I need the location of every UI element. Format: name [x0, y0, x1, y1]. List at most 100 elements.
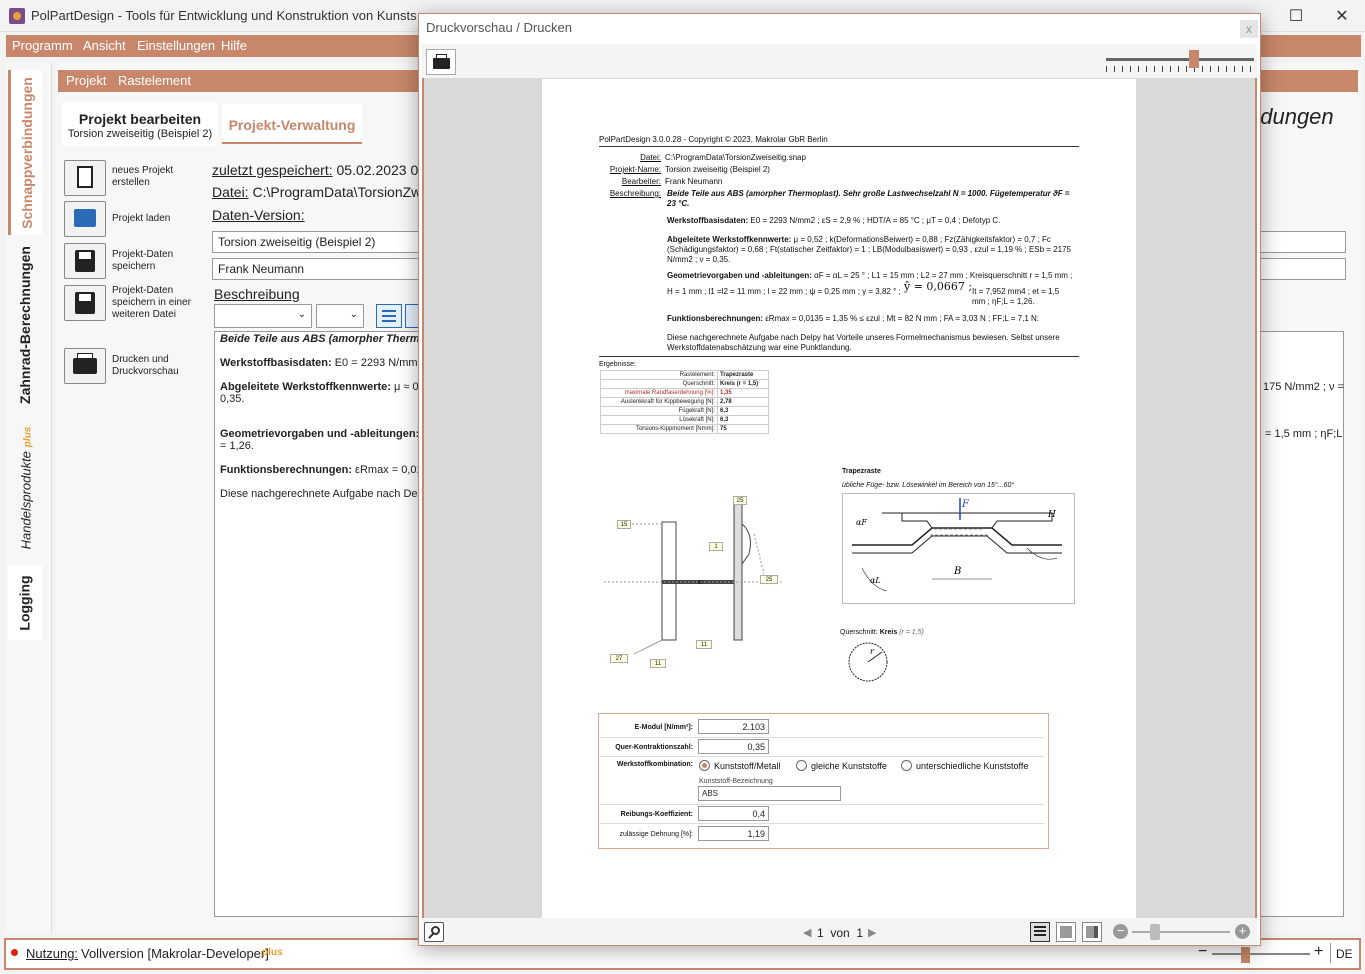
paper-geometrie: Geometrievorgaben und -ableitungen: αF =… — [667, 271, 1073, 280]
two-page-view-icon[interactable] — [1056, 922, 1076, 942]
divider — [600, 804, 1045, 805]
font-select[interactable]: ⌄ — [214, 304, 312, 328]
project-name-input-right[interactable] — [1258, 231, 1346, 253]
svg-text:H: H — [1047, 510, 1056, 520]
menu-ansicht[interactable]: Ansicht — [83, 38, 126, 53]
menu-hilfe[interactable]: Hilfe — [221, 38, 247, 53]
tab-edit-subtitle: Torsion zweiseitig (Beispiel 2) — [67, 128, 213, 140]
printer-icon — [73, 353, 97, 374]
new-project-button[interactable] — [64, 160, 106, 196]
radio-gleiche[interactable] — [796, 760, 807, 771]
print-button[interactable] — [64, 348, 106, 384]
preview-zoom-bar-thumb[interactable] — [1150, 924, 1160, 940]
zoom-in-icon[interactable]: + — [1314, 943, 1323, 961]
desc-line-4-right: = 1,5 mm ; ηF;L — [1265, 428, 1343, 440]
qk-input[interactable]: 0,35 — [698, 739, 769, 754]
description-label: Beschreibung — [214, 286, 300, 302]
divider — [600, 823, 1045, 824]
printer-icon — [433, 54, 450, 69]
emod-label: E-Modul [N/mm²]: — [634, 724, 693, 731]
file-info: Datei: C:\ProgramData\TorsionZw — [212, 184, 422, 200]
preview-zoom-thumb[interactable] — [1189, 50, 1199, 68]
paper-datei: C:\ProgramData\TorsionZweiseitig.snap — [665, 153, 806, 162]
paper-note: Diese nachgerechnete Aufgabe nach Delpy … — [667, 333, 1060, 352]
tab-projekt-verwaltung[interactable]: Projekt-Verwaltung — [222, 104, 362, 144]
close-button[interactable]: ✕ — [1319, 0, 1365, 32]
desc-line-4b: = 1,26. — [220, 440, 254, 452]
tab-logging[interactable]: Logging — [8, 565, 42, 640]
zoom-slider[interactable] — [1212, 953, 1310, 955]
results-title: Ergebnisse: — [599, 361, 636, 368]
preview-zoom-slider[interactable] — [1106, 58, 1254, 61]
rk-input[interactable]: 0,4 — [698, 806, 769, 821]
load-project-label: Projekt laden — [112, 213, 171, 224]
load-project-button[interactable] — [64, 201, 106, 237]
svg-text:αF: αF — [856, 518, 867, 527]
zoom-in-icon[interactable]: + — [1235, 924, 1250, 939]
single-page-view-icon[interactable] — [1030, 922, 1050, 942]
dim-label: 25 — [760, 575, 778, 584]
table-row: Rastelement: Trapezraste — [600, 370, 770, 380]
zoom-slider-thumb[interactable] — [1241, 947, 1250, 963]
preview-toolbar — [422, 44, 1257, 78]
document-icon — [77, 166, 93, 188]
dim-label: 27 — [610, 654, 628, 663]
saved-info: zuletzt gespeichert: 05.02.2023 07 — [212, 162, 427, 178]
next-page-icon[interactable]: ▶ — [868, 926, 876, 939]
table-row: Torsions-Kippmoment [Nmm]: 75 — [600, 424, 770, 434]
divider — [599, 356, 1079, 357]
kb-input[interactable]: ABS — [698, 786, 841, 801]
table-row: maximale Randfaserdehnung [%]: 1,35 — [600, 388, 770, 398]
zoom-out-icon[interactable]: − — [1113, 924, 1128, 939]
paper-geometrie-2: H = 1 mm ; l1 =l2 = 11 mm ; l = 22 mm ; … — [667, 287, 901, 296]
paper-werkstoff: Werkstoffbasisdaten: E0 = 2293 N/mm2 ; ε… — [667, 216, 1001, 225]
preview-zoom-bar[interactable] — [1132, 931, 1230, 933]
tab-zahnrad[interactable]: Zahnrad-Berechnungen — [8, 240, 42, 410]
numbered-list-icon-button[interactable] — [405, 304, 419, 328]
save-as-button[interactable] — [64, 285, 106, 321]
svg-text:r: r — [870, 647, 875, 656]
maximize-button[interactable]: ☐ — [1273, 0, 1319, 32]
project-name-input[interactable]: Torsion zweiseitig (Beispiel 2) — [212, 231, 422, 253]
page-indicator: 1 von 1 — [817, 926, 864, 940]
paper-funktion: Funktionsberechnungen: εRmax = 0,0135 = … — [667, 314, 1040, 323]
zd-input[interactable]: 1,19 — [698, 826, 769, 841]
slider-ticks — [1106, 66, 1254, 72]
usage-label[interactable]: Nutzung: — [26, 946, 78, 961]
menu-einstellungen[interactable]: Einstellungen — [137, 38, 215, 53]
floppy-icon — [75, 250, 95, 272]
paper-bearb-label: Bearbeiter: — [621, 177, 661, 186]
language-label[interactable]: DE — [1336, 947, 1353, 961]
dialog-close-button[interactable]: x — [1240, 20, 1258, 38]
zd-label: zulässige Dehnung [%]: — [619, 831, 693, 838]
print-icon-button[interactable] — [426, 49, 456, 75]
author-input[interactable]: Frank Neumann — [212, 258, 422, 280]
submenu-rastelement[interactable]: Rastelement — [118, 73, 191, 88]
plus-badge: plus — [262, 947, 283, 958]
desc-line-5: Funktionsberechnungen: εRmax = 0,01 — [220, 464, 423, 476]
emod-input[interactable]: 2.103 — [698, 719, 769, 734]
table-row: Fügekraft [N]: 6,3 — [600, 406, 770, 416]
save-project-label: Projekt-Daten speichern — [112, 249, 174, 272]
status-dot-icon — [11, 949, 18, 956]
radio-kunststoff-metall[interactable] — [699, 760, 710, 771]
size-select[interactable]: ⌄ — [316, 304, 364, 328]
multi-page-view-icon[interactable] — [1082, 922, 1102, 942]
app-logo-icon — [9, 8, 25, 24]
divider — [600, 737, 1045, 738]
tab-projekt-bearbeiten[interactable]: Projekt bearbeiten Torsion zweiseitig (B… — [62, 102, 218, 146]
radio-unterschiedliche[interactable] — [901, 760, 912, 771]
author-input-right[interactable] — [1258, 258, 1346, 280]
prev-page-icon[interactable]: ◀ — [803, 926, 811, 939]
tab-handelsprodukte[interactable]: Handelsprodukte plus — [8, 415, 42, 560]
search-icon-button[interactable] — [424, 922, 444, 942]
table-row: Querschnitt: Kreis (r = 1,5) — [600, 379, 770, 389]
menu-programm[interactable]: Programm — [12, 38, 73, 53]
list-icon-button[interactable] — [376, 304, 402, 328]
save-project-button[interactable] — [64, 243, 106, 279]
submenu-projekt[interactable]: Projekt — [66, 73, 106, 88]
material-form — [598, 713, 1049, 849]
paper-header: PolPartDesign 3.0.0.28 - Copyright © 202… — [599, 135, 828, 144]
save-as-label: Projekt-Daten speichern in einer weitere… — [112, 285, 191, 320]
tab-schnappverbindungen[interactable]: Schnappverbindungen — [8, 70, 42, 235]
